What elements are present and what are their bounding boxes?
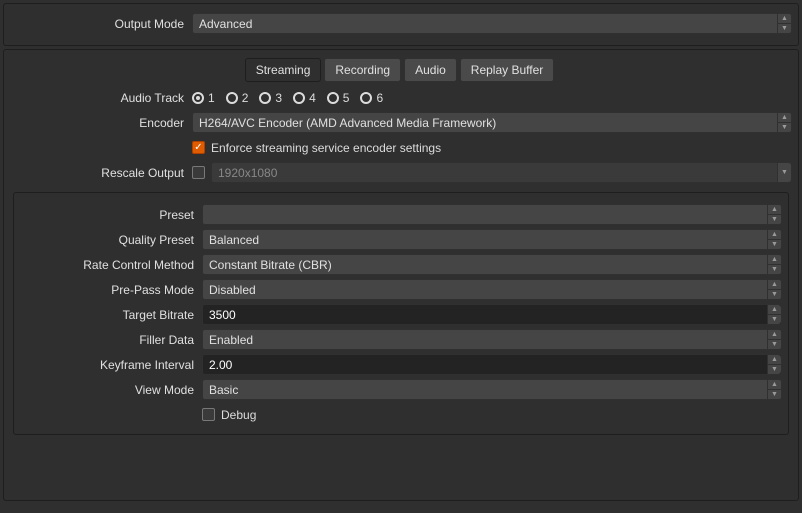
target-bitrate-label: Target Bitrate	[20, 308, 202, 322]
filler-data-stepper[interactable]: ▲▼	[767, 330, 781, 349]
rate-control-value: Constant Bitrate (CBR)	[209, 258, 332, 272]
quality-preset-value: Balanced	[209, 233, 259, 247]
output-mode-label: Output Mode	[10, 17, 192, 31]
enforce-checkbox[interactable]: ✓	[192, 141, 205, 154]
radio-icon	[226, 92, 238, 104]
target-bitrate-input[interactable]: 3500 ▲▼	[202, 304, 782, 325]
rescale-select[interactable]: 1920x1080 ▼	[211, 162, 792, 183]
radio-icon	[360, 92, 372, 104]
tab-streaming[interactable]: Streaming	[245, 58, 322, 82]
target-bitrate-stepper[interactable]: ▲▼	[767, 305, 781, 324]
audio-track-label: Audio Track	[10, 91, 192, 105]
audio-track-2[interactable]: 2	[226, 91, 249, 105]
rate-control-stepper[interactable]: ▲▼	[767, 255, 781, 274]
tab-audio[interactable]: Audio	[404, 58, 457, 82]
prepass-stepper[interactable]: ▲▼	[767, 280, 781, 299]
output-mode-stepper[interactable]: ▲▼	[777, 14, 791, 33]
rate-control-select[interactable]: Constant Bitrate (CBR) ▲▼	[202, 254, 782, 275]
rescale-checkbox[interactable]	[192, 166, 205, 179]
quality-preset-stepper[interactable]: ▲▼	[767, 230, 781, 249]
chevron-down-icon[interactable]: ▼	[777, 163, 791, 182]
output-mode-select[interactable]: Advanced ▲▼	[192, 13, 792, 34]
preset-select[interactable]: ▲▼	[202, 204, 782, 225]
tab-replay-buffer[interactable]: Replay Buffer	[460, 58, 555, 82]
debug-checkbox[interactable]	[202, 408, 215, 421]
filler-data-value: Enabled	[209, 333, 253, 347]
filler-data-select[interactable]: Enabled ▲▼	[202, 329, 782, 350]
output-mode-value: Advanced	[199, 17, 252, 31]
debug-label: Debug	[221, 408, 256, 422]
view-mode-label: View Mode	[20, 383, 202, 397]
filler-data-label: Filler Data	[20, 333, 202, 347]
radio-icon	[192, 92, 204, 104]
prepass-value: Disabled	[209, 283, 256, 297]
output-tabs: Streaming Recording Audio Replay Buffer	[10, 58, 792, 82]
rescale-value: 1920x1080	[218, 166, 277, 180]
rescale-label: Rescale Output	[10, 166, 192, 180]
radio-icon	[293, 92, 305, 104]
audio-track-6[interactable]: 6	[360, 91, 383, 105]
view-mode-value: Basic	[209, 383, 238, 397]
encoder-settings-group: Preset ▲▼ Quality Preset Balanced ▲▼ Rat…	[13, 192, 789, 435]
quality-preset-select[interactable]: Balanced ▲▼	[202, 229, 782, 250]
radio-icon	[327, 92, 339, 104]
quality-preset-label: Quality Preset	[20, 233, 202, 247]
target-bitrate-value: 3500	[209, 308, 236, 322]
view-mode-stepper[interactable]: ▲▼	[767, 380, 781, 399]
enforce-label: Enforce streaming service encoder settin…	[211, 141, 441, 155]
tab-recording[interactable]: Recording	[324, 58, 401, 82]
audio-track-5[interactable]: 5	[327, 91, 350, 105]
encoder-select[interactable]: H264/AVC Encoder (AMD Advanced Media Fra…	[192, 112, 792, 133]
prepass-label: Pre-Pass Mode	[20, 283, 202, 297]
keyframe-input[interactable]: 2.00 ▲▼	[202, 354, 782, 375]
radio-icon	[259, 92, 271, 104]
audio-track-1[interactable]: 1	[192, 91, 215, 105]
rate-control-label: Rate Control Method	[20, 258, 202, 272]
preset-stepper[interactable]: ▲▼	[767, 205, 781, 224]
audio-track-group: 1 2 3 4 5 6	[192, 86, 792, 109]
keyframe-stepper[interactable]: ▲▼	[767, 355, 781, 374]
encoder-value: H264/AVC Encoder (AMD Advanced Media Fra…	[199, 116, 496, 130]
preset-label: Preset	[20, 208, 202, 222]
audio-track-4[interactable]: 4	[293, 91, 316, 105]
view-mode-select[interactable]: Basic ▲▼	[202, 379, 782, 400]
prepass-select[interactable]: Disabled ▲▼	[202, 279, 782, 300]
keyframe-value: 2.00	[209, 358, 232, 372]
audio-track-3[interactable]: 3	[259, 91, 282, 105]
encoder-label: Encoder	[10, 116, 192, 130]
encoder-stepper[interactable]: ▲▼	[777, 113, 791, 132]
keyframe-label: Keyframe Interval	[20, 358, 202, 372]
